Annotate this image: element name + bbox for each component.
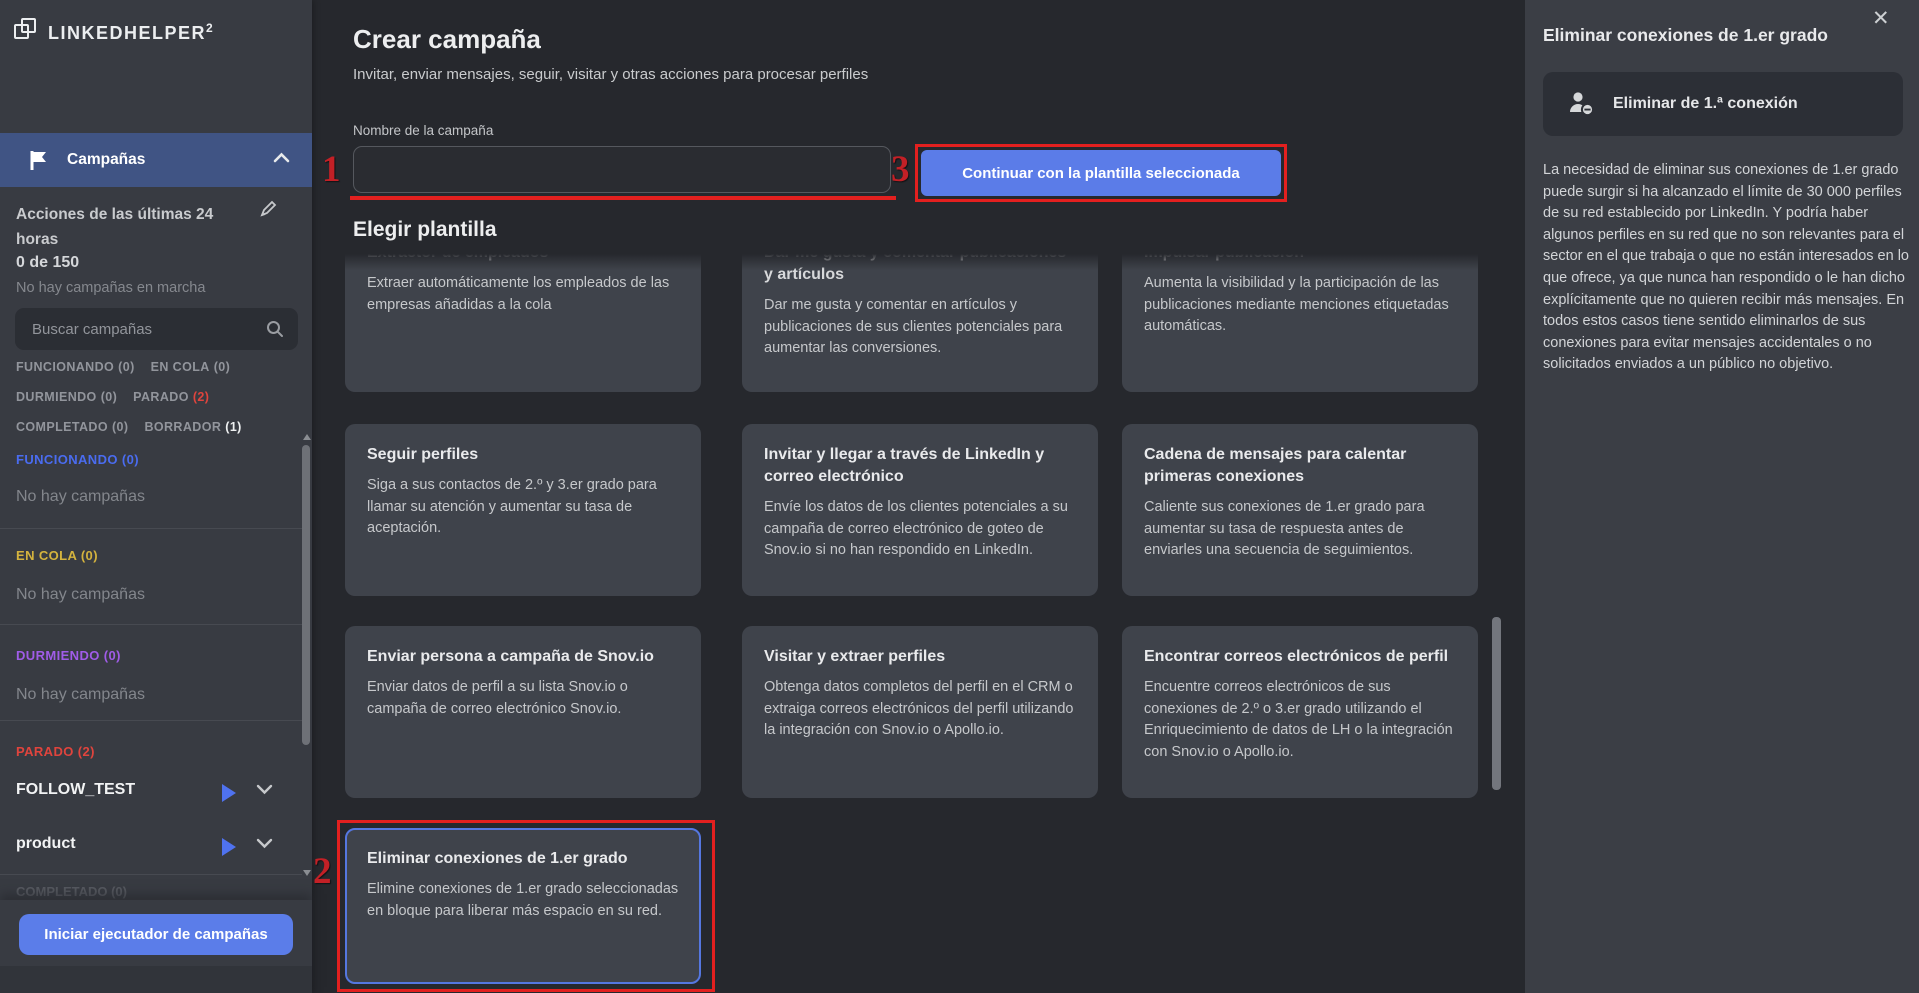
sidebar-scrollbar[interactable] <box>302 445 310 745</box>
template-card-title: Encontrar correos electrónicos de perfil <box>1144 648 1449 665</box>
filter-en-cola[interactable]: EN COLA (0) <box>151 360 231 374</box>
template-card-title: Invitar y llegar a través de LinkedIn y … <box>764 446 1045 485</box>
edit-pencil-icon[interactable] <box>260 200 277 217</box>
linkedhelper-logo-icon <box>14 18 40 44</box>
search-input[interactable] <box>15 320 266 338</box>
filter-row-3: COMPLETADO (0) BORRADOR (1) <box>16 420 242 434</box>
campaign-name-input[interactable] <box>353 146 891 193</box>
section-funcionando-label: FUNCIONANDO (0) <box>16 452 139 467</box>
template-card-desc: Siga a sus contactos de 2.º y 3.er grado… <box>367 477 657 536</box>
template-card-desc: Enviar datos de perfil a su lista Snov.i… <box>367 679 628 717</box>
section-completado-label-faded: COMPLETADO (0) <box>16 884 127 899</box>
continue-with-template-button[interactable]: Continuar con la plantilla seleccionada <box>921 150 1281 196</box>
template-info-panel: ✕ Eliminar conexiones de 1.er grado Elim… <box>1525 0 1919 993</box>
filter-parado[interactable]: PARADO (2) <box>133 390 209 404</box>
scrollbar-up-arrow[interactable] <box>303 434 311 440</box>
campaign-name: FOLLOW_TEST <box>16 781 136 798</box>
template-card-title: Cadena de mensajes para calentar primera… <box>1144 446 1407 485</box>
chevron-down-icon[interactable] <box>256 838 273 849</box>
page-title: Crear campaña <box>353 24 541 54</box>
remove-connection-action[interactable]: Eliminar de 1.ª conexión <box>1543 72 1903 136</box>
template-card-title: Impulsar publicación <box>1144 254 1456 264</box>
section-en-cola-empty: No hay campañas <box>16 586 145 603</box>
annotation-number-1: 1 <box>322 149 341 190</box>
template-card-title: Extractor de empleados <box>367 254 679 264</box>
template-card[interactable]: Dar me gusta y comentar publicaciones y … <box>742 254 1098 392</box>
template-card-title: Enviar persona a campaña de Snov.io <box>367 648 654 665</box>
templates-scrollbar[interactable] <box>1492 617 1501 790</box>
play-icon[interactable] <box>222 838 236 856</box>
template-card-desc: Caliente sus conexiones de 1.er grado pa… <box>1144 499 1425 558</box>
person-remove-icon <box>1567 89 1597 119</box>
section-en-cola-label: EN COLA (0) <box>16 548 98 563</box>
template-card[interactable]: Seguir perfiles Siga a sus contactos de … <box>345 424 701 596</box>
divider <box>0 624 302 625</box>
template-card-desc: Aumenta la visibilidad y la participació… <box>1144 275 1449 334</box>
linkedhelper-app: LINKEDHELPER2 Campañas Acciones de las ú… <box>0 0 1919 993</box>
choose-template-heading: Elegir plantilla <box>353 218 497 241</box>
filter-row-2: DURMIENDO (0) PARADO (2) <box>16 390 209 404</box>
template-card[interactable]: Invitar y llegar a través de LinkedIn y … <box>742 424 1098 596</box>
template-card-desc: Dar me gusta y comentar en artículos y p… <box>764 297 1063 356</box>
remove-connection-label: Eliminar de 1.ª conexión <box>1613 95 1798 112</box>
template-card-title: Eliminar conexiones de 1.er grado <box>367 850 628 867</box>
campaign-row-product[interactable]: product <box>0 830 302 864</box>
template-card[interactable]: Enviar persona a campaña de Snov.io Envi… <box>345 626 701 798</box>
play-icon[interactable] <box>222 784 236 802</box>
template-card-desc: Envíe los datos de los clientes potencia… <box>764 499 1068 558</box>
campaign-row-follow-test[interactable]: FOLLOW_TEST <box>0 776 302 810</box>
sidebar-bottom-band <box>0 966 312 993</box>
actions-24h-title: Acciones de las últimas 24 horas <box>16 206 214 248</box>
template-card-desc: Elimine conexiones de 1.er grado selecci… <box>367 881 679 919</box>
filter-row-1: FUNCIONANDO (0) EN COLA (0) <box>16 360 230 374</box>
template-card-title: Seguir perfiles <box>367 446 479 463</box>
section-funcionando-empty: No hay campañas <box>16 488 145 505</box>
template-card-title: Dar me gusta y comentar publicaciones y … <box>764 254 1066 283</box>
templates-scroll-area: Extractor de empleados Extraer automátic… <box>345 254 1503 993</box>
template-card[interactable]: Visitar y extraer perfiles Obtenga datos… <box>742 626 1098 798</box>
chevron-down-icon[interactable] <box>256 784 273 795</box>
template-card[interactable]: Extractor de empleados Extraer automátic… <box>345 254 701 392</box>
annotation-underline-input <box>350 196 896 200</box>
section-parado-label: PARADO (2) <box>16 744 95 759</box>
panel-title: Eliminar conexiones de 1.er grado <box>1543 25 1828 45</box>
template-card[interactable]: Cadena de mensajes para calentar primera… <box>1122 424 1478 596</box>
section-durmiendo-empty: No hay campañas <box>16 686 145 703</box>
filter-borrador[interactable]: BORRADOR (1) <box>144 420 241 434</box>
filter-durmiendo[interactable]: DURMIENDO (0) <box>16 390 117 404</box>
flag-icon <box>30 150 49 171</box>
brand-name: LINKEDHELPER2 <box>48 21 215 43</box>
campaign-search <box>15 308 298 350</box>
no-running-campaigns-text: No hay campañas en marcha <box>16 280 206 296</box>
start-campaign-runner-button[interactable]: Iniciar ejecutador de campañas <box>19 914 293 955</box>
panel-description: La necesidad de eliminar sus conexiones … <box>1543 162 1909 373</box>
sidebar-item-label: Campañas <box>67 151 146 168</box>
filter-completado[interactable]: COMPLETADO (0) <box>16 420 128 434</box>
actions-count: 0 de 150 <box>16 254 80 271</box>
divider <box>0 874 302 875</box>
chevron-up-icon[interactable] <box>273 152 290 163</box>
template-card-desc: Extraer automáticamente los empleados de… <box>367 275 670 313</box>
template-card[interactable]: Impulsar publicación Aumenta la visibili… <box>1122 254 1478 392</box>
campaign-name: product <box>16 835 76 852</box>
search-icon[interactable] <box>266 320 284 338</box>
template-card[interactable]: Encontrar correos electrónicos de perfil… <box>1122 626 1478 798</box>
template-card-desc: Encuentre correos electrónicos de sus co… <box>1144 679 1453 760</box>
campaign-name-label: Nombre de la campaña <box>353 123 494 138</box>
annotation-number-2: 2 <box>313 851 332 892</box>
template-card-title: Visitar y extraer perfiles <box>764 648 946 665</box>
page-subtitle: Invitar, enviar mensajes, seguir, visita… <box>353 66 869 83</box>
annotation-number-3: 3 <box>891 149 910 190</box>
app-logo: LINKEDHELPER2 <box>14 16 214 44</box>
scrollbar-down-arrow[interactable] <box>303 870 311 876</box>
template-card-desc: Obtenga datos completos del perfil en el… <box>764 679 1074 738</box>
divider <box>0 720 302 721</box>
template-card-selected[interactable]: Eliminar conexiones de 1.er grado Elimin… <box>345 828 701 984</box>
sidebar-item-campaigns[interactable]: Campañas <box>0 133 312 187</box>
filter-funcionando[interactable]: FUNCIONANDO (0) <box>16 360 135 374</box>
divider <box>0 528 302 529</box>
section-durmiendo-label: DURMIENDO (0) <box>16 648 121 663</box>
sidebar: LINKEDHELPER2 Campañas Acciones de las ú… <box>0 0 312 993</box>
